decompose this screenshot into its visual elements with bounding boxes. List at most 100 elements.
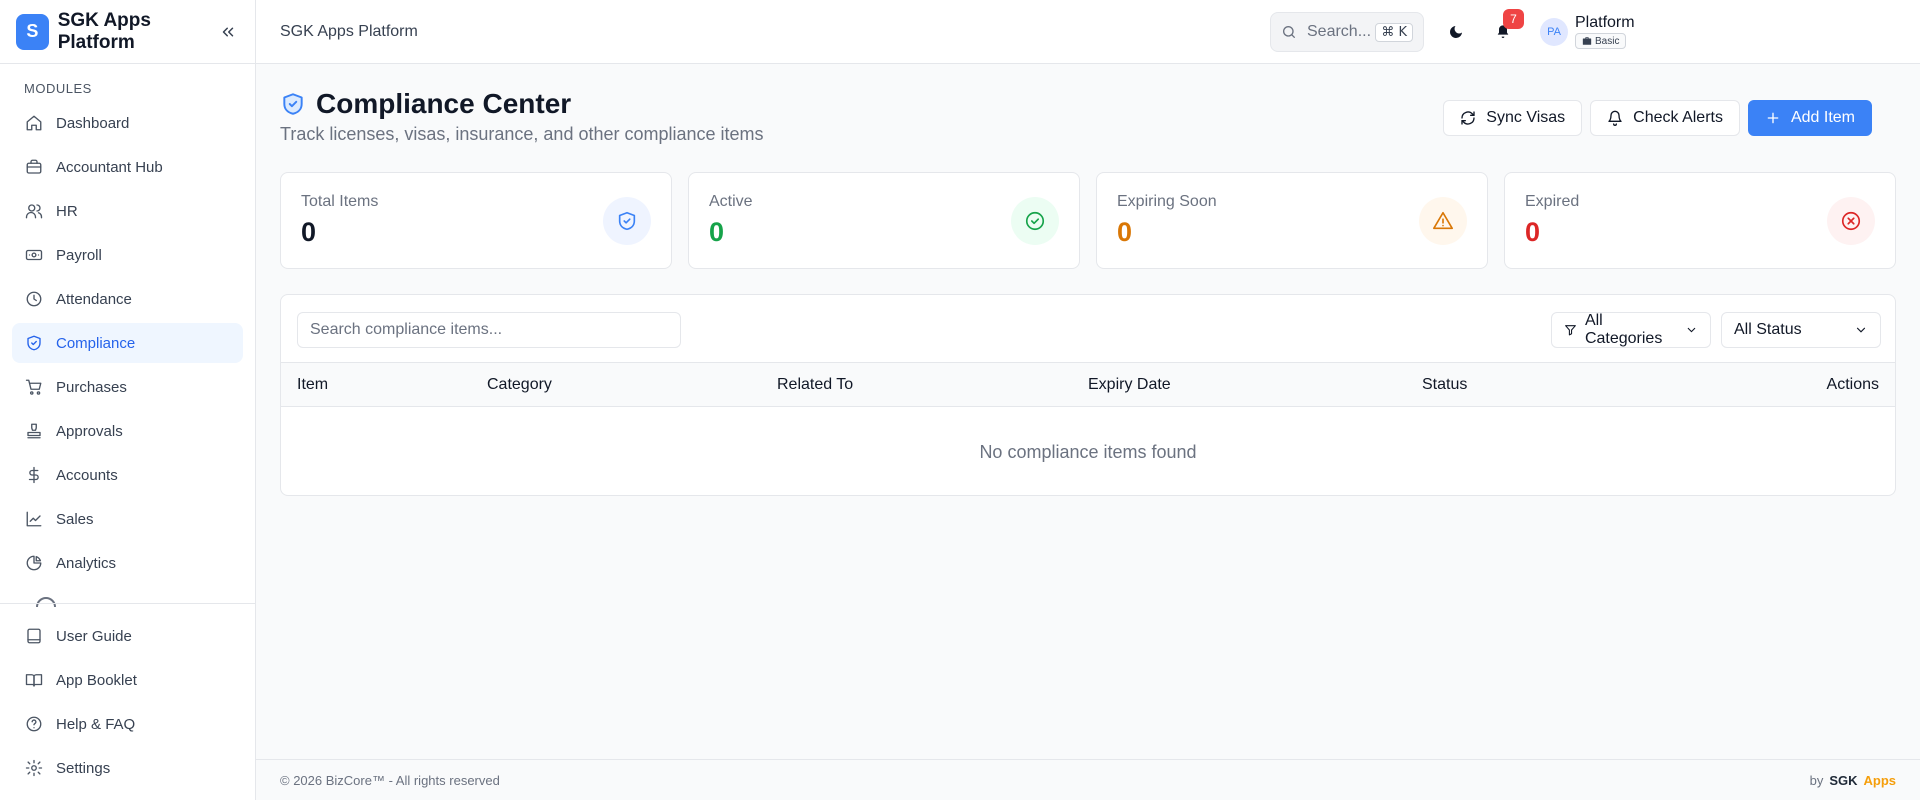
sidebar-item-compliance[interactable]: Compliance	[12, 323, 243, 363]
sidebar-item-label: User Guide	[56, 627, 132, 645]
sidebar: S SGK Apps Platform MODULES Dashboard Ac…	[0, 0, 256, 800]
gear-icon	[24, 758, 44, 778]
compliance-table-card: All Categories All Status Item Category …	[280, 294, 1896, 496]
brand-logo[interactable]: S	[16, 13, 49, 50]
global-search-label: Search...	[1307, 23, 1372, 40]
stat-value: 0	[1117, 217, 1133, 247]
stat-card-active: Active 0	[688, 172, 1080, 269]
banknote-icon	[24, 245, 44, 265]
empty-state-message: No compliance items found	[979, 442, 1197, 462]
stat-value: 0	[1525, 217, 1541, 247]
sidebar-item-app-booklet[interactable]: App Booklet	[12, 660, 243, 700]
sidebar-item-help-faq[interactable]: Help & FAQ	[12, 704, 243, 744]
help-circle-icon	[24, 714, 44, 734]
sidebar-item-user-guide[interactable]: User Guide	[12, 616, 243, 656]
sync-visas-label: Sync Visas	[1486, 109, 1566, 126]
users-icon	[24, 201, 44, 221]
category-filter-value: All Categories	[1584, 312, 1663, 347]
column-header-actions: Actions	[1826, 376, 1879, 393]
dollar-icon	[24, 465, 44, 485]
compliance-search-input[interactable]	[297, 312, 681, 348]
sidebar-item-label: Dashboard	[56, 114, 130, 132]
shield-check-icon	[280, 91, 306, 117]
sidebar-item-label: Approvals	[56, 422, 123, 440]
stat-card-total: Total Items 0	[280, 172, 672, 269]
moon-icon	[1450, 26, 1462, 38]
x-circle-icon	[1827, 197, 1875, 245]
sidebar-item-hr[interactable]: HR	[12, 191, 243, 231]
avatar[interactable]: PA	[1540, 18, 1568, 46]
sidebar-item-attendance[interactable]: Attendance	[12, 279, 243, 319]
column-header-expiry-date: Expiry Date	[1088, 376, 1171, 393]
shopping-cart-icon	[24, 377, 44, 397]
stat-card-expired: Expired 0	[1504, 172, 1896, 269]
home-icon	[24, 113, 44, 133]
column-header-item: Item	[297, 376, 329, 393]
collapse-sidebar-button[interactable]	[217, 20, 239, 44]
footer: © 2026 BizCore™ - All rights reserved by…	[256, 759, 1920, 800]
plus-icon	[1767, 112, 1779, 124]
sidebar-item-label: Sales	[56, 510, 94, 528]
add-item-button[interactable]: Add Item	[1747, 100, 1872, 136]
sidebar-item-settings[interactable]: Settings	[12, 748, 243, 788]
sync-visas-button[interactable]: Sync Visas	[1443, 100, 1583, 136]
copyright-text: © 2026 BizCore™ - All rights reserved	[280, 772, 500, 788]
sidebar-nav: Dashboard Accountant Hub HR Payroll Atte…	[0, 103, 255, 607]
sidebar-footer-nav: User Guide App Booklet Help & FAQ Settin…	[0, 603, 255, 800]
page-subtitle: Track licenses, visas, insurance, and ot…	[280, 124, 764, 144]
plan-label: Basic	[1595, 35, 1620, 47]
page-header: Compliance Center Track licenses, visas,…	[280, 64, 1896, 172]
sidebar-item-accounts[interactable]: Accounts	[12, 455, 243, 495]
stats-row: Total Items 0 Active 0 Expiring Soon 0 E…	[280, 172, 1896, 269]
page-actions: Sync Visas Check Alerts Add Item	[1443, 100, 1872, 136]
column-header-category: Category	[487, 376, 552, 393]
stat-label: Expiring Soon	[1117, 193, 1217, 210]
check-circle-icon	[1011, 197, 1059, 245]
sidebar-item-label: Help & FAQ	[56, 715, 136, 733]
sidebar-item-label: App Booklet	[56, 671, 137, 689]
sidebar-item-label: Accountant Hub	[56, 158, 163, 176]
trending-up-icon	[24, 509, 44, 529]
global-search-button[interactable]: Search... ⌘ K	[1270, 12, 1424, 52]
chevron-down-icon	[1687, 327, 1696, 333]
sidebar-item-dashboard[interactable]: Dashboard	[12, 103, 243, 143]
sidebar-item-sales[interactable]: Sales	[12, 499, 243, 539]
user-name[interactable]: Platform	[1575, 14, 1635, 32]
book-open-icon	[24, 670, 44, 690]
search-icon	[1281, 24, 1297, 40]
sidebar-item-label: Settings	[56, 759, 111, 777]
stat-label: Total Items	[301, 193, 379, 210]
check-alerts-button[interactable]: Check Alerts	[1590, 100, 1740, 136]
sidebar-item-label: Compliance	[56, 334, 136, 352]
check-alerts-label: Check Alerts	[1633, 109, 1723, 126]
header-title: SGK Apps Platform	[280, 22, 418, 40]
briefcase-icon	[1582, 37, 1592, 45]
add-item-label: Add Item	[1790, 109, 1855, 126]
sidebar-item-analytics[interactable]: Analytics	[12, 543, 243, 583]
top-header: SGK Apps Platform	[256, 0, 1920, 64]
sidebar-item-purchases[interactable]: Purchases	[12, 367, 243, 407]
column-header-status: Status	[1422, 376, 1468, 393]
brand-name: SGK Apps Platform	[57, 9, 151, 53]
sidebar-item-accountant-hub[interactable]: Accountant Hub	[12, 147, 243, 187]
sidebar-item-approvals[interactable]: Approvals	[12, 411, 243, 451]
plan-badge: Basic	[1575, 33, 1627, 49]
stamp-icon	[24, 421, 44, 441]
status-filter-select[interactable]: All Status	[1721, 312, 1881, 348]
search-shortcut: ⌘ K	[1375, 22, 1413, 42]
theme-toggle-button[interactable]	[1444, 20, 1468, 44]
category-filter-select[interactable]: All Categories	[1551, 312, 1711, 348]
sidebar-item-payroll[interactable]: Payroll	[12, 235, 243, 275]
stat-value: 0	[709, 217, 725, 247]
sidebar-item-label: Accounts	[56, 466, 118, 484]
sidebar-item-label: Payroll	[56, 246, 102, 264]
sidebar-item-label: Analytics	[56, 554, 117, 572]
stat-label: Active	[709, 193, 753, 210]
sidebar-item-label: HR	[56, 202, 78, 220]
footer-brand-apps: Apps	[1863, 772, 1897, 788]
clock-icon	[24, 289, 44, 309]
notification-count-badge: 7	[1503, 9, 1524, 29]
filter-bar: All Categories All Status	[281, 295, 1895, 363]
column-header-related-to: Related To	[777, 376, 854, 393]
footer-credit: by SGK Apps	[1810, 773, 1896, 788]
